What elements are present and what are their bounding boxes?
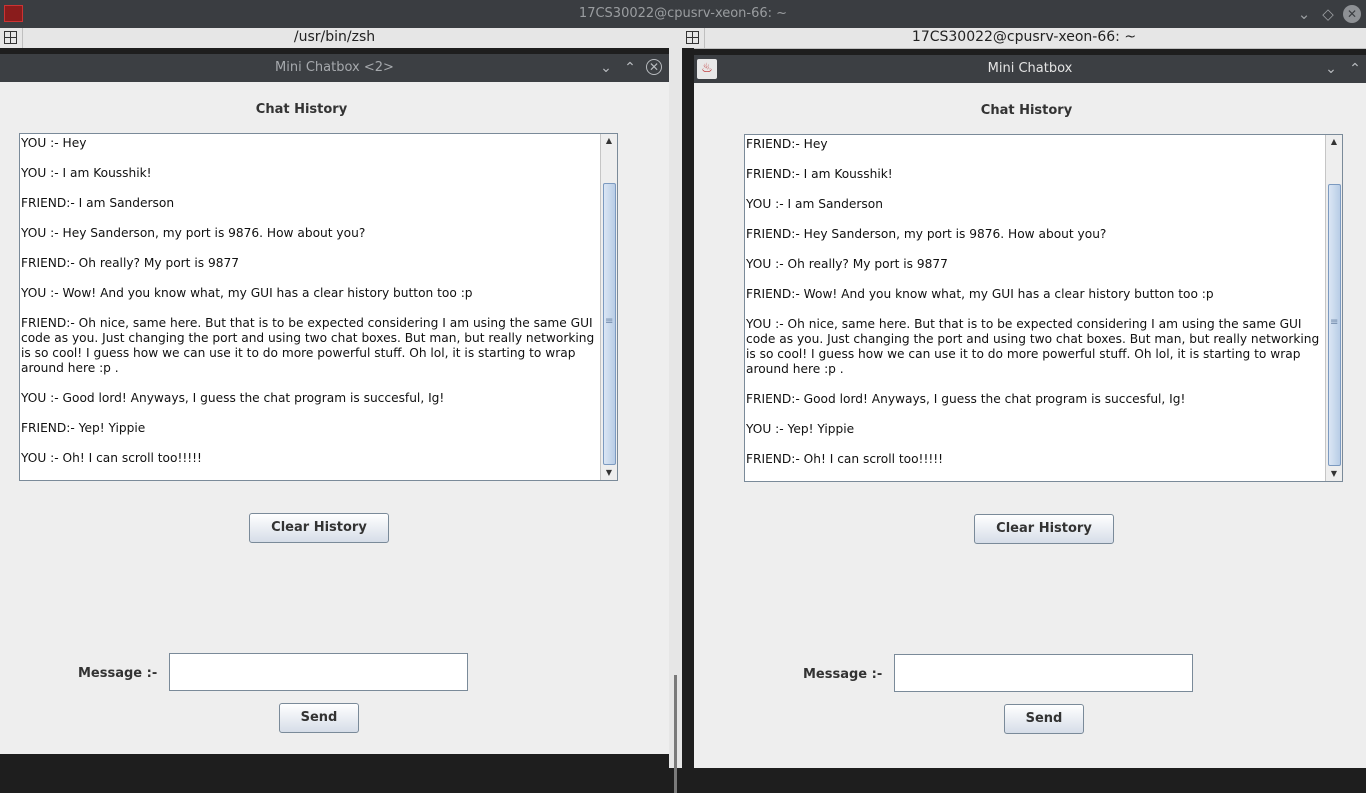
left-pane-title: /usr/bin/zsh (293, 29, 376, 45)
send-button[interactable]: Send (279, 703, 359, 733)
chat-message: YOU :- Good lord! Anyways, I guess the c… (21, 391, 445, 405)
chat-history-heading: Chat History (980, 103, 1073, 118)
chat-message: YOU :- Oh! I can scroll too!!!!! (21, 451, 202, 465)
chat-message: YOU :- Oh nice, same here. But that is t… (746, 317, 1320, 376)
scrollbar-thumb[interactable] (1328, 184, 1341, 466)
send-button[interactable]: Send (1004, 704, 1084, 734)
message-input[interactable] (894, 654, 1193, 692)
terminal-titlebar: 17CS30022@cpusrv-xeon-66: ~ ⌄ ◇ ✕ (0, 0, 1366, 28)
chat-message: FRIEND:- I am Sanderson (21, 196, 175, 210)
window-title: Mini Chatbox (987, 61, 1073, 76)
right-pane-bar: 17CS30022@cpusrv-xeon-66: ~ (682, 28, 1366, 49)
chat-history-heading: Chat History (255, 102, 348, 117)
close-icon[interactable]: ✕ (1343, 5, 1361, 23)
message-input[interactable] (169, 653, 468, 691)
window-title: Mini Chatbox <2> (275, 60, 394, 75)
scrollbar-thumb[interactable] (603, 183, 616, 465)
history-scrollbar[interactable]: ▲ ▼ (600, 134, 617, 480)
chat-message: YOU :- Oh really? My port is 9877 (746, 257, 948, 271)
chat-message: FRIEND:- I am Kousshik! (746, 167, 893, 181)
chevron-down-icon[interactable]: ⌄ (1321, 59, 1341, 79)
clear-history-button[interactable]: Clear History (249, 513, 389, 543)
chat-history-lines: YOU :- Hey YOU :- I am Kousshik! FRIEND:- … (21, 136, 599, 480)
chat-message: FRIEND:- Yep! Yippie (21, 421, 146, 435)
chevron-down-icon[interactable]: ⌄ (596, 58, 616, 78)
splitter-scrollbar-thumb[interactable] (674, 675, 677, 793)
chevron-up-icon[interactable]: ⌃ (1345, 59, 1365, 79)
chat-history-area[interactable]: FRIEND:- Hey FRIEND:- I am Kousshik! YOU :… (744, 134, 1343, 482)
message-label: Message :- (78, 666, 158, 681)
scroll-up-arrow[interactable]: ▲ (601, 134, 617, 148)
chat-message: YOU :- I am Sanderson (746, 197, 883, 211)
chat-history-area[interactable]: YOU :- Hey YOU :- I am Kousshik! FRIEND:- … (19, 133, 618, 481)
chat-message: FRIEND:- Oh nice, same here. But that is… (21, 316, 595, 375)
chat-message: FRIEND:- Oh! I can scroll too!!!!! (746, 452, 943, 466)
terminal-strip (0, 754, 669, 768)
terminal-background (682, 48, 694, 768)
chat-message: FRIEND:- Wow! And you know what, my GUI … (746, 287, 1214, 301)
left-chat-window: Mini Chatbox <2> ⌄ ⌃ ✕ Chat History YOU … (0, 54, 669, 754)
chat-message: YOU :- Hey Sanderson, my port is 9876. H… (21, 226, 366, 240)
close-icon[interactable]: ✕ (646, 59, 662, 75)
right-window-titlebar: ♨ Mini Chatbox ⌄ ⌃ (694, 55, 1366, 83)
scroll-down-arrow[interactable]: ▼ (601, 466, 617, 480)
chat-message: YOU :- I am Kousshik! (21, 166, 152, 180)
pane-splitter[interactable] (669, 28, 682, 793)
history-scrollbar[interactable]: ▲ ▼ (1325, 135, 1342, 481)
left-pane-bar: /usr/bin/zsh (0, 28, 669, 49)
left-window-titlebar: Mini Chatbox <2> ⌄ ⌃ ✕ (0, 54, 669, 82)
chat-history-lines: FRIEND:- Hey FRIEND:- I am Kousshik! YOU :… (746, 137, 1324, 481)
chat-message: FRIEND:- Hey Sanderson, my port is 9876.… (746, 227, 1107, 241)
diamond-icon[interactable]: ◇ (1318, 4, 1338, 24)
chat-message: FRIEND:- Hey (746, 137, 828, 151)
clear-history-button[interactable]: Clear History (974, 514, 1114, 544)
chevron-up-icon[interactable]: ⌃ (620, 58, 640, 78)
chat-message: YOU :- Wow! And you know what, my GUI ha… (21, 286, 473, 300)
scroll-up-arrow[interactable]: ▲ (1326, 135, 1342, 149)
message-label: Message :- (803, 667, 883, 682)
right-pane-title: 17CS30022@cpusrv-xeon-66: ~ (911, 29, 1137, 45)
chat-message: YOU :- Hey (21, 136, 87, 150)
terminal-title: 17CS30022@cpusrv-xeon-66: ~ (578, 6, 788, 21)
chat-message: YOU :- Yep! Yippie (746, 422, 855, 436)
scroll-down-arrow[interactable]: ▼ (1326, 467, 1342, 481)
chevron-down-icon[interactable]: ⌄ (1294, 4, 1314, 24)
chat-message: FRIEND:- Oh really? My port is 9877 (21, 256, 239, 270)
chat-message: FRIEND:- Good lord! Anyways, I guess the… (746, 392, 1186, 406)
right-chat-window: ♨ Mini Chatbox ⌄ ⌃ Chat History FRIEND:-… (694, 55, 1366, 768)
